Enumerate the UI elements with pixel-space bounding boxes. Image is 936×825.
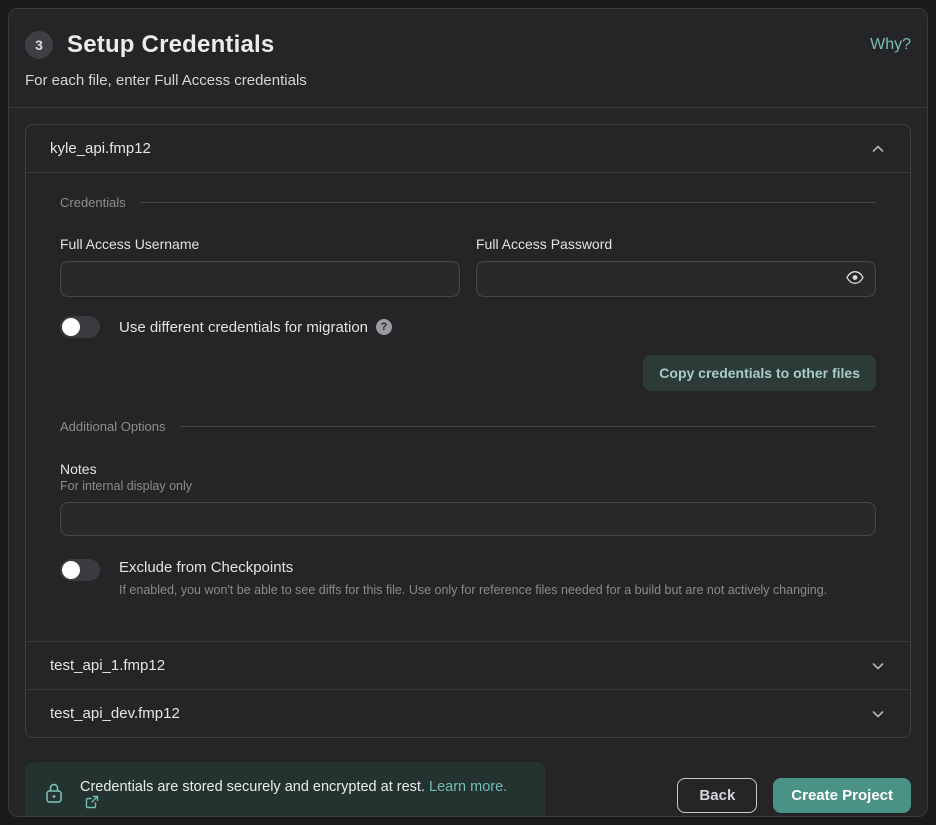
help-icon[interactable]: ? xyxy=(376,319,392,335)
notes-field-group: Notes For internal display only xyxy=(60,461,876,536)
eye-icon xyxy=(846,271,864,288)
additional-options-section-header: Additional Options xyxy=(60,419,876,434)
accordion-content: Credentials Full Access Username Full Ac… xyxy=(26,173,910,641)
security-note-text: Credentials are stored securely and encr… xyxy=(80,779,525,811)
step-number-badge: 3 xyxy=(25,31,53,59)
username-label: Full Access Username xyxy=(60,236,460,252)
show-password-button[interactable] xyxy=(844,269,866,290)
security-info-box: Credentials are stored securely and encr… xyxy=(25,762,545,817)
password-field-group: Full Access Password xyxy=(476,236,876,297)
panel-footer: Credentials are stored securely and encr… xyxy=(9,738,927,817)
learn-more-link[interactable]: Learn more. xyxy=(429,779,507,795)
page-title: Setup Credentials xyxy=(67,31,274,59)
security-note: Credentials are stored securely and encr… xyxy=(80,779,425,795)
chevron-up-icon xyxy=(870,141,886,157)
migration-toggle-row: Use different credentials for migration … xyxy=(60,316,876,338)
section-divider xyxy=(140,202,876,203)
notes-label: Notes xyxy=(60,461,876,477)
credentials-section-label: Credentials xyxy=(60,195,126,210)
username-field-group: Full Access Username xyxy=(60,236,460,297)
notes-input[interactable] xyxy=(60,502,876,536)
file-name-label: test_api_dev.fmp12 xyxy=(50,705,180,722)
accordion-header-kyle-api[interactable]: kyle_api.fmp12 xyxy=(26,125,910,173)
accordion-header-test-api-1[interactable]: test_api_1.fmp12 xyxy=(26,641,910,689)
panel-header: 3 Setup Credentials Why? For each file, … xyxy=(9,9,927,108)
chevron-down-icon xyxy=(870,658,886,674)
migration-toggle-label: Use different credentials for migration xyxy=(119,319,368,336)
exclude-toggle-label: Exclude from Checkpoints xyxy=(119,559,827,576)
username-input[interactable] xyxy=(60,261,460,297)
accordion-header-test-api-dev[interactable]: test_api_dev.fmp12 xyxy=(26,689,910,737)
password-label: Full Access Password xyxy=(476,236,876,252)
notes-sublabel: For internal display only xyxy=(60,479,876,493)
exclude-toggle-row: Exclude from Checkpoints If enabled, you… xyxy=(60,559,876,597)
page-subtitle: For each file, enter Full Access credent… xyxy=(25,72,911,89)
exclude-help-text: If enabled, you won't be able to see dif… xyxy=(119,583,827,597)
external-link-icon xyxy=(85,795,99,809)
section-divider xyxy=(180,426,876,427)
copy-credentials-button[interactable]: Copy credentials to other files xyxy=(643,355,876,391)
panel-body: kyle_api.fmp12 Credentials Full Access U… xyxy=(9,108,927,738)
chevron-down-icon xyxy=(870,706,886,722)
file-name-label: test_api_1.fmp12 xyxy=(50,657,165,674)
migration-credentials-toggle[interactable] xyxy=(60,316,100,338)
lock-icon xyxy=(45,782,63,809)
create-project-button[interactable]: Create Project xyxy=(773,778,911,813)
file-name-label: kyle_api.fmp12 xyxy=(50,140,151,157)
password-input[interactable] xyxy=(476,261,876,297)
additional-options-label: Additional Options xyxy=(60,419,166,434)
setup-credentials-panel: 3 Setup Credentials Why? For each file, … xyxy=(8,8,928,817)
why-link[interactable]: Why? xyxy=(870,36,911,54)
exclude-checkpoints-toggle[interactable] xyxy=(60,559,100,581)
back-button[interactable]: Back xyxy=(677,778,757,813)
files-accordion-card: kyle_api.fmp12 Credentials Full Access U… xyxy=(25,124,911,738)
credentials-section-header: Credentials xyxy=(60,195,876,210)
